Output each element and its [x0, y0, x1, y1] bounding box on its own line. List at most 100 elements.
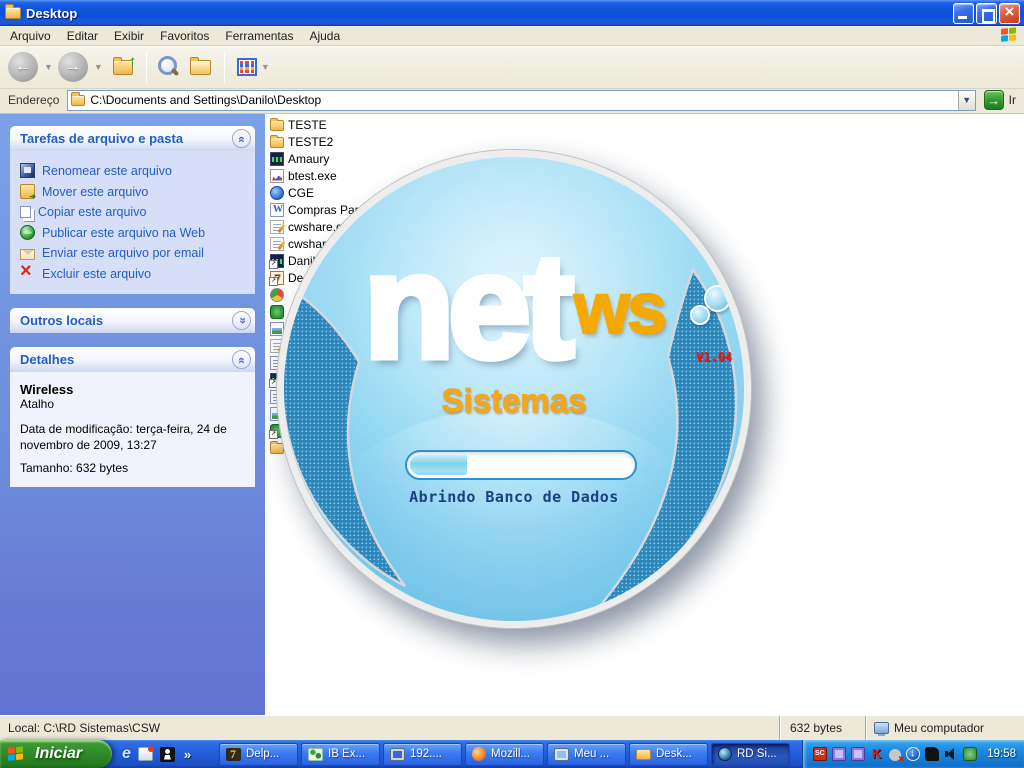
menu-exibir[interactable]: Exibir	[106, 27, 152, 45]
green-app-tray-icon[interactable]	[963, 747, 977, 761]
window-folder-icon	[5, 4, 21, 19]
file-name: TESTE2	[288, 134, 334, 149]
logo-ws-text: ws	[573, 268, 668, 350]
task-remote-desktop[interactable]: 192....	[383, 742, 462, 766]
status-size: 632 bytes	[780, 716, 866, 740]
other-places-header[interactable]: Outros locais «	[10, 308, 255, 333]
task-label: Copiar este arquivo	[38, 205, 147, 219]
window-titlebar: Desktop	[0, 0, 1024, 26]
up-folder-button[interactable]: ↑	[108, 52, 138, 82]
go-button[interactable]: →	[983, 90, 1004, 110]
kaspersky-tray-icon[interactable]	[870, 746, 884, 761]
task-email-link[interactable]: Enviar este arquivo por email	[16, 243, 251, 263]
folder-icon	[636, 749, 651, 760]
status-location: Local: C:\RD Sistemas\CSW	[0, 716, 780, 740]
address-path[interactable]: C:\Documents and Settings\Danilo\Desktop	[90, 93, 957, 107]
windows-flag-icon	[8, 745, 25, 763]
minimize-button[interactable]	[953, 2, 974, 24]
window-title: Desktop	[26, 5, 78, 21]
start-button[interactable]: Iniciar	[0, 740, 112, 768]
start-label: Iniciar	[35, 745, 83, 762]
sc-monitor-tray-icon[interactable]	[813, 747, 827, 761]
toolbar: ← ▼ → ▼ ↑ ▼	[0, 46, 1024, 89]
splash-version: V1.04	[696, 350, 733, 364]
file-tasks-section: Tarefas de arquivo e pasta « Renomear es…	[10, 126, 255, 294]
status-bar: Local: C:\RD Sistemas\CSW 632 bytes Meu …	[0, 715, 1024, 740]
task-desktop[interactable]: Desk...	[629, 742, 708, 766]
file-item[interactable]: TESTE2	[265, 133, 1024, 150]
details-header[interactable]: Detalhes «	[10, 347, 255, 372]
menu-arquivo[interactable]: Arquivo	[2, 27, 59, 45]
logo-sistemas-text: Sistemas	[441, 382, 587, 420]
task-ibexpert[interactable]: IB Ex...	[301, 742, 380, 766]
menu-ferramentas[interactable]: Ferramentas	[217, 27, 301, 45]
other-places-title: Outros locais	[20, 313, 104, 328]
back-dropdown-icon[interactable]: ▼	[44, 62, 53, 72]
file-name: TESTE	[288, 117, 327, 132]
offline-user-tray-icon[interactable]	[889, 748, 905, 766]
file-tasks-header[interactable]: Tarefas de arquivo e pasta «	[10, 126, 255, 151]
details-file-name: Wireless	[20, 382, 74, 397]
task-my-computer[interactable]: Meu ...	[547, 742, 626, 766]
publish-web-icon	[20, 225, 35, 240]
my-computer-icon	[874, 722, 889, 736]
logo-net-text: net	[360, 224, 577, 389]
task-label: Enviar este arquivo por email	[42, 246, 204, 260]
folders-button[interactable]	[186, 52, 216, 82]
task-publish-link[interactable]: Publicar este arquivo na Web	[16, 222, 251, 243]
network-tray-icon[interactable]	[851, 747, 865, 761]
bubble-icon	[690, 305, 710, 325]
status-zone: Meu computador	[866, 716, 1024, 740]
system-tray: 19:58	[802, 740, 1024, 768]
internet-explorer-icon[interactable]: e	[122, 745, 131, 763]
quick-launch: e »	[112, 740, 216, 768]
task-mozilla[interactable]: Mozill...	[465, 742, 544, 766]
task-rename-link[interactable]: Renomear este arquivo	[16, 160, 251, 181]
menu-favoritos[interactable]: Favoritos	[152, 27, 217, 45]
collapse-chevron-button[interactable]: «	[232, 350, 251, 369]
email-icon	[20, 248, 35, 260]
task-move-link[interactable]: Mover este arquivo	[16, 181, 251, 202]
close-button[interactable]	[999, 2, 1020, 24]
ibexpert-icon	[308, 747, 323, 761]
search-button[interactable]	[155, 54, 181, 80]
menu-editar[interactable]: Editar	[59, 27, 106, 45]
folder-icon	[270, 135, 284, 148]
task-button-label: Desk...	[656, 748, 692, 760]
quicklaunch-overflow-chevron[interactable]: »	[184, 747, 191, 762]
network-tray-icon[interactable]	[832, 747, 846, 761]
desktop-screen: Desktop Arquivo Editar Exibir Favoritos …	[0, 0, 1024, 768]
task-delphi[interactable]: Delp...	[219, 742, 298, 766]
task-delete-link[interactable]: Excluir este arquivo	[16, 260, 251, 284]
menu-ajuda[interactable]: Ajuda	[301, 27, 348, 45]
details-file-kind: Atalho	[20, 397, 55, 411]
forward-dropdown-icon[interactable]: ▼	[94, 62, 103, 72]
go-label[interactable]: Ir	[1009, 93, 1016, 107]
black-app-tray-icon[interactable]	[925, 747, 939, 761]
file-item[interactable]: TESTE	[265, 116, 1024, 133]
folder-icon	[270, 118, 284, 131]
details-size: Tamanho: 632 bytes	[20, 461, 129, 476]
mail-app-icon[interactable]	[137, 746, 154, 761]
task-label: Publicar este arquivo na Web	[42, 225, 206, 240]
splash-progress-bar	[405, 450, 637, 480]
task-copy-link[interactable]: Copiar este arquivo	[16, 202, 251, 222]
task-rd-sistemas-active[interactable]: RD Si...	[711, 742, 790, 766]
task-button-label: Mozill...	[491, 748, 530, 760]
address-input[interactable]: C:\Documents and Settings\Danilo\Desktop…	[67, 89, 976, 111]
views-button[interactable]: ▼	[233, 55, 274, 79]
collapse-chevron-button[interactable]: «	[232, 129, 251, 148]
firefox-icon	[472, 747, 486, 761]
update-tray-icon[interactable]	[906, 747, 920, 761]
volume-tray-icon[interactable]	[944, 747, 958, 761]
messenger-app-icon[interactable]	[159, 746, 175, 762]
task-label: Mover este arquivo	[42, 184, 149, 199]
splash-status-text: Abrindo Banco de Dados	[409, 488, 619, 506]
splash-logo: netws	[284, 229, 744, 384]
restore-button[interactable]	[976, 2, 997, 24]
toolbar-separator	[145, 51, 147, 83]
back-button[interactable]: ←	[8, 52, 38, 82]
forward-button[interactable]: →	[57, 52, 88, 82]
address-dropdown-button[interactable]: ▼	[957, 90, 975, 110]
expand-chevron-button[interactable]: «	[232, 311, 251, 330]
